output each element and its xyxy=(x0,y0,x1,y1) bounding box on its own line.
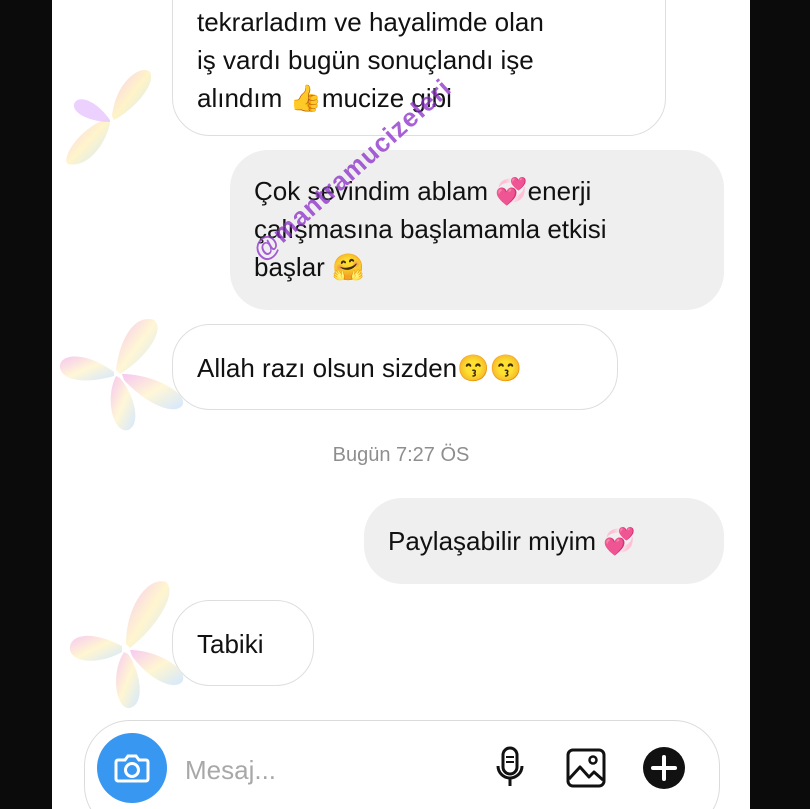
chat-screen: tekrarladım ve hayalimde olan iş vardı b… xyxy=(52,0,750,809)
plus-icon xyxy=(643,747,685,789)
message-input[interactable]: Mesaj... xyxy=(185,755,276,786)
camera-button[interactable] xyxy=(97,733,167,803)
message-bubble-outgoing: Paylaşabilir miyim 💞 xyxy=(364,498,724,584)
add-button[interactable] xyxy=(641,745,687,791)
timestamp: Bugün 7:27 ÖS xyxy=(332,444,470,466)
message-composer: Mesaj... xyxy=(84,720,720,809)
message-line: iş vardı bugün sonuçlandı işe xyxy=(197,45,534,75)
message-line: tekrarladım ve hayalimde olan xyxy=(197,7,544,37)
message-line: Tabiki xyxy=(197,629,264,659)
message-bubble-incoming: Tabiki xyxy=(172,600,314,686)
microphone-button[interactable] xyxy=(487,745,533,791)
butterfly-sticker-icon xyxy=(66,69,152,165)
message-line: başlar 🤗 xyxy=(254,252,365,282)
message-bubble-incoming: Allah razı olsun sizden😙😙 xyxy=(172,324,618,410)
camera-icon xyxy=(114,754,150,783)
message-line: Paylaşabilir miyim 💞 xyxy=(388,526,636,556)
message-line: Allah razı olsun sizden😙😙 xyxy=(197,353,522,383)
gallery-icon xyxy=(566,748,606,788)
microphone-icon xyxy=(496,746,524,786)
gallery-button[interactable] xyxy=(563,745,609,791)
